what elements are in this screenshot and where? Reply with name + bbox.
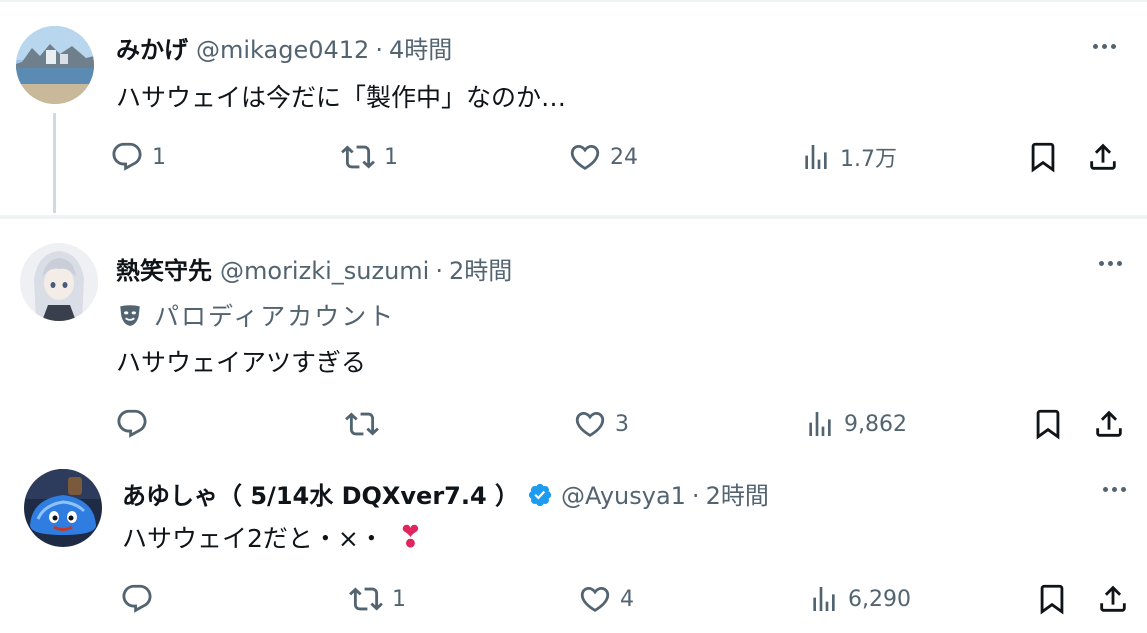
views-count: 6,290 bbox=[848, 586, 911, 612]
tweet-header: あゆしゃ（ 5/14水 DQXver7.4 ） @Ayusya1 · 2時間 bbox=[122, 476, 769, 511]
reply-button[interactable] bbox=[115, 407, 157, 441]
tweet-header: 熱笑守先 @morizki_suzumi · 2時間 bbox=[116, 251, 512, 286]
reply-icon bbox=[122, 584, 152, 613]
tweet-2[interactable]: 熱笑守先 @morizki_suzumi · 2時間 パロディアカウント ハサウ… bbox=[0, 219, 1147, 451]
timestamp[interactable]: 2時間 bbox=[706, 476, 769, 511]
bookmark-icon[interactable] bbox=[1026, 140, 1060, 178]
tweet-text-body: ハサウェイ2だと・×・ bbox=[122, 524, 384, 553]
views-count: 9,862 bbox=[844, 411, 907, 437]
like-icon bbox=[575, 411, 605, 437]
tweet-header: みかげ @mikage0412 · 4時間 bbox=[116, 30, 452, 65]
tweet-3[interactable]: あゆしゃ（ 5/14水 DQXver7.4 ） @Ayusya1 · 2時間 ハ… bbox=[0, 451, 1147, 633]
retweet-icon bbox=[341, 145, 375, 169]
views-button[interactable]: 1.7万 bbox=[800, 140, 897, 174]
retweet-button[interactable]: 1 bbox=[340, 140, 398, 174]
views-button[interactable]: 9,862 bbox=[804, 407, 907, 441]
timestamp[interactable]: 2時間 bbox=[449, 251, 512, 286]
share-icon[interactable] bbox=[1092, 407, 1126, 445]
share-icon[interactable] bbox=[1086, 140, 1120, 178]
retweet-icon bbox=[345, 412, 379, 436]
like-count: 3 bbox=[615, 411, 629, 437]
avatar[interactable] bbox=[24, 469, 102, 547]
more-icon[interactable] bbox=[1092, 249, 1128, 277]
retweet-count: 1 bbox=[384, 144, 398, 170]
reply-icon bbox=[112, 142, 142, 171]
heart-exclamation-emoji: ❣ bbox=[397, 520, 423, 555]
parody-account-label: パロディアカウント bbox=[116, 297, 395, 333]
reply-button[interactable] bbox=[120, 582, 162, 616]
display-name[interactable]: あゆしゃ（ 5/14水 DQXver7.4 ） bbox=[122, 476, 519, 511]
reply-button[interactable]: 1 bbox=[110, 140, 166, 174]
bookmark-icon[interactable] bbox=[1035, 582, 1069, 620]
like-count: 24 bbox=[610, 144, 638, 170]
parody-label-text: パロディアカウント bbox=[154, 302, 396, 331]
separator-dot: · bbox=[435, 257, 443, 285]
retweet-icon bbox=[349, 587, 383, 611]
like-icon bbox=[580, 586, 610, 612]
reply-count: 1 bbox=[152, 144, 166, 170]
user-handle[interactable]: @Ayusya1 bbox=[561, 482, 686, 510]
tweet-text: ハサウェイアツすぎる bbox=[116, 348, 367, 377]
bookmark-icon[interactable] bbox=[1031, 407, 1065, 445]
views-button[interactable]: 6,290 bbox=[808, 582, 911, 616]
separator-dot: · bbox=[691, 482, 700, 510]
retweet-button[interactable]: 1 bbox=[348, 582, 406, 616]
like-icon bbox=[570, 144, 600, 170]
more-icon[interactable] bbox=[1096, 475, 1132, 503]
views-icon bbox=[813, 587, 835, 611]
avatar[interactable] bbox=[16, 26, 94, 104]
separator-dot: · bbox=[375, 36, 383, 64]
thread-line bbox=[53, 113, 56, 213]
views-icon bbox=[805, 145, 827, 169]
more-icon[interactable] bbox=[1086, 32, 1122, 60]
display-name[interactable]: みかげ bbox=[116, 30, 188, 65]
user-handle[interactable]: @mikage0412 bbox=[196, 36, 369, 64]
timestamp[interactable]: 4時間 bbox=[389, 30, 452, 65]
share-icon[interactable] bbox=[1096, 582, 1130, 620]
like-button[interactable]: 3 bbox=[573, 407, 629, 441]
avatar[interactable] bbox=[20, 243, 98, 321]
like-button[interactable]: 4 bbox=[578, 582, 634, 616]
like-button[interactable]: 24 bbox=[568, 140, 638, 174]
views-count: 1.7万 bbox=[840, 147, 897, 172]
reply-icon bbox=[117, 409, 147, 438]
user-handle[interactable]: @morizki_suzumi bbox=[220, 257, 429, 285]
display-name[interactable]: 熱笑守先 bbox=[116, 251, 212, 286]
tweet-text: ハサウェイは今だに「製作中」なのか… bbox=[116, 83, 567, 112]
like-count: 4 bbox=[620, 586, 634, 612]
verified-badge-icon[interactable] bbox=[527, 482, 553, 508]
retweet-count: 1 bbox=[392, 586, 406, 612]
parody-mask-icon bbox=[120, 305, 140, 326]
views-icon bbox=[809, 412, 831, 436]
tweet-1[interactable]: みかげ @mikage0412 · 4時間 ハサウェイは今だに「製作中」なのか…… bbox=[0, 0, 1147, 216]
retweet-button[interactable] bbox=[344, 407, 388, 441]
tweet-text: ハサウェイ2だと・×・ ❣ bbox=[122, 519, 423, 555]
